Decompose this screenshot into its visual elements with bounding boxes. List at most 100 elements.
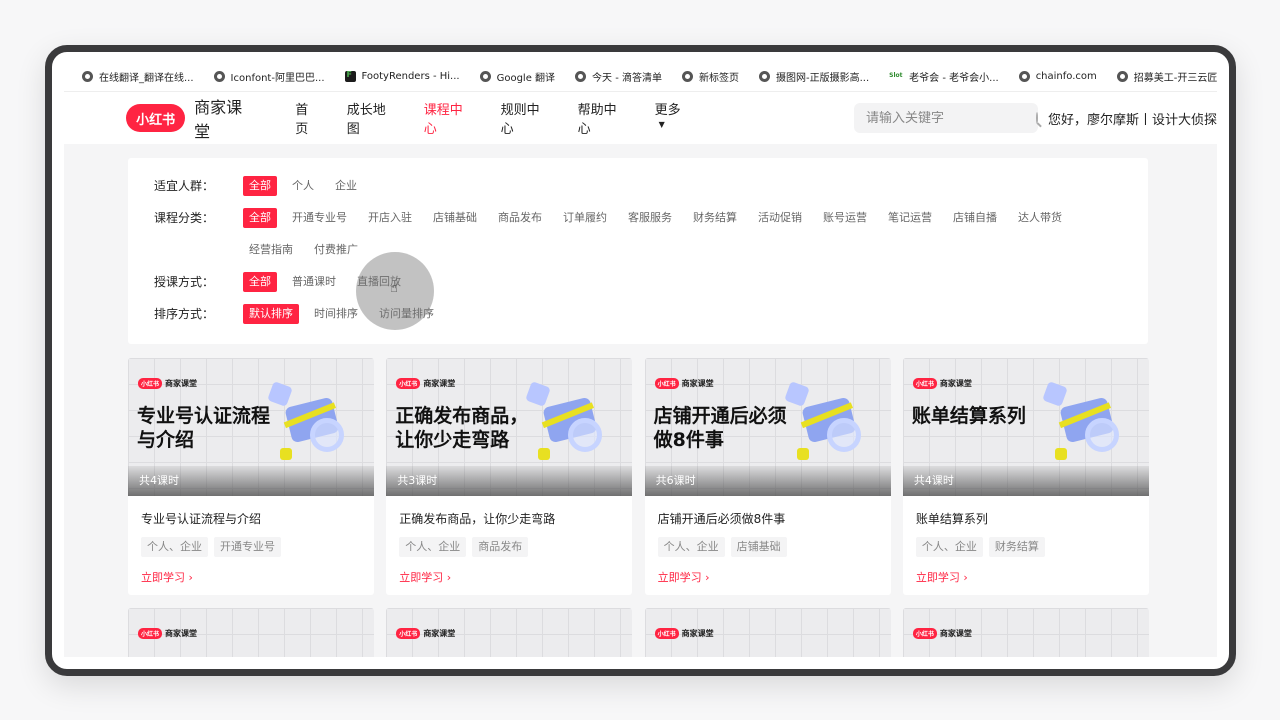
card-title[interactable]: 专业号认证流程与介绍 [141,510,361,530]
filter-option[interactable]: 商品发布 [492,208,548,228]
bookmark-item[interactable]: chainfo.com [1018,71,1097,82]
course-card[interactable]: 小红书 商家课堂 [644,608,891,657]
course-card[interactable]: 小红书 商家课堂 [128,608,374,657]
filter-option[interactable]: 经营指南 [243,240,299,260]
course-thumbnail[interactable]: 小红书 商家课堂 账单结算系列 共4课时 [902,358,1149,496]
illustration-shape [538,448,551,460]
course-card[interactable]: 小红书 商家课堂 账单结算系列 共4课时账单结算系列 个人、企业 财务结算立即学习 › [902,358,1149,595]
course-card[interactable]: 小红书 商家课堂 专业号认证流程与介绍 共4课时 专业号认证流程与介绍 个人、企业 开通专业… [128,358,374,595]
thumb-brand-badge: 小红书 [912,628,937,639]
bookmark-label: 在线翻译_翻译在线... [99,73,194,84]
filter-option[interactable]: 活动促销 [752,208,808,228]
card-tags: 个人、企业 财务结算 [915,537,1136,557]
thumb-brand-badge: 小红书 [138,628,163,639]
filter-option[interactable]: 笔记运营 [882,208,938,228]
filter-option[interactable]: 全部 [243,208,277,228]
card-tags: 个人、企业 店铺基础 [657,537,878,557]
illustration-shape [280,448,292,460]
nav-item-growth-map[interactable]: 成长地图 [347,99,398,137]
tag: 商品发布 [472,537,529,557]
illustration-shape [525,381,552,407]
course-thumbnail[interactable]: 小红书 商家课堂 [902,608,1149,657]
globe-icon [575,71,587,82]
card-title[interactable]: 账单结算系列 [916,510,1136,530]
start-learning-link[interactable]: 立即学习 › [399,569,619,585]
bookmarks-bar: 在线翻译_翻译在线... Iconfont-阿里巴巴... FootyRenders… [64,62,1217,92]
course-thumbnail[interactable]: 小红书 商家课堂 专业号认证流程与介绍 共4课时 [128,358,374,496]
bookmark-item[interactable]: Iconfont-阿里巴巴... [213,69,325,84]
filter-option[interactable]: 企业 [329,176,363,196]
nav-more-label: 更多 [654,103,681,118]
filter-option[interactable]: 全部 [243,176,277,196]
thumb-brand-text: 商家课堂 [681,629,714,638]
course-thumbnail[interactable]: 小红书 商家课堂 店铺开通后必须做8件事 共6课时 [644,358,891,496]
thumb-brand: 小红书 商家课堂 [396,628,455,639]
course-thumbnail[interactable]: 小红书 商家课堂 正确发布商品，让你少走弯路 共3课时 [386,358,633,496]
bookmark-item[interactable]: 招募美工-开三云匠... [1116,69,1217,84]
bookmark-item[interactable]: 老爷会 - 老爷会小... [889,69,999,84]
start-learning-link[interactable]: 立即学习 › [916,569,1136,585]
main-nav: 首页 成长地图 课程中心 规则中心 帮助中心 更多 ▼ [295,99,716,137]
filter-option[interactable]: 付费推广 [308,240,364,260]
bookmark-item[interactable]: FootyRenders - Hi... [344,70,460,82]
bookmark-item[interactable]: 摄图网-正版摄影高... [759,69,869,84]
search-input[interactable] [865,110,1036,126]
filter-option[interactable]: 普通课时 [286,272,342,292]
filter-option[interactable]: 财务结算 [687,208,743,228]
thumb-brand: 小红书 商家课堂 [138,628,197,639]
thumbnail-title: 专业号认证流程与介绍 [137,405,271,451]
card-title[interactable]: 正确发布商品，让你少走弯路 [399,510,619,530]
thumb-brand: 小红书 商家课堂 [138,378,197,389]
filter-option[interactable]: 个人 [286,176,320,196]
search-icon[interactable] [1035,112,1038,124]
bookmark-item[interactable]: 在线翻译_翻译在线... [82,69,194,84]
course-card[interactable]: 小红书 商家课堂 正确发布商品，让你少走弯路 共3课时正确发布商品，让你少走弯路 个人、… [386,358,633,595]
nav-item-more[interactable]: 更多 ▼ [655,99,690,137]
bookmark-item[interactable]: 新标签页 [682,69,739,84]
filter-option[interactable]: 达人带货 [1012,208,1068,228]
tag: 个人、企业 [399,537,467,557]
hand-cursor-icon: ☝ [390,281,398,296]
nav-item-home[interactable]: 首页 [295,99,320,137]
course-thumbnail[interactable]: 小红书 商家课堂 [644,608,891,657]
card-body: 账单结算系列 个人、企业 财务结算立即学习 › [903,496,1149,585]
logo[interactable]: 小红书 商家课堂 [126,94,257,142]
bookmark-item[interactable]: 今天 - 滴答清单 [575,69,662,84]
filter-row: 课程分类： 全部 开通专业号 开店入驻 店铺基础 商品发布 订单履约 客服服务 财务结算 活动促销… [154,208,1148,272]
start-learning-link[interactable]: 立即学习 › [141,569,361,585]
nav-item-course-center[interactable]: 课程中心 [424,99,475,137]
nav-item-rule-center[interactable]: 规则中心 [501,99,552,137]
thumb-brand-text: 商家课堂 [939,379,972,388]
thumb-brand-text: 商家课堂 [423,379,456,388]
filter-option[interactable]: 店铺基础 [427,208,483,228]
card-tags: 个人、企业 开通专业号 [141,537,361,557]
filter-option[interactable]: 店铺自播 [947,208,1003,228]
user-greeting[interactable]: 您好，廖尔摩斯丨设计大侦探 [1048,109,1217,128]
lesson-count: 共3课时 [386,466,633,496]
thumb-brand: 小红书 商家课堂 [396,378,455,389]
illustration-shape [796,448,809,460]
course-thumbnail[interactable]: 小红书 商家课堂 [386,608,633,657]
filter-option[interactable]: 默认排序 [243,304,299,324]
filter-option[interactable]: 订单履约 [557,208,613,228]
illustration-shape [310,418,344,452]
course-card[interactable]: 小红书 商家课堂 [902,608,1149,657]
filter-option[interactable]: 开通专业号 [286,208,353,228]
filter-option[interactable]: 客服服务 [622,208,678,228]
card-title[interactable]: 店铺开通后必须做8件事 [658,510,878,530]
course-card[interactable]: 小红书 商家课堂 店铺开通后必须做8件事 共6课时店铺开通后必须做8件事 个人、企业 店铺… [644,358,891,595]
course-thumbnail[interactable]: 小红书 商家课堂 [128,608,374,657]
course-card[interactable]: 小红书 商家课堂 [386,608,633,657]
bookmark-item[interactable]: Google 翻译 [479,69,555,84]
thumb-brand-badge: 小红书 [138,378,163,389]
start-learning-link[interactable]: 立即学习 › [658,569,878,585]
filter-option[interactable]: 账号运营 [817,208,873,228]
lesson-count: 共4课时 [902,466,1149,496]
globe-icon [82,71,93,82]
search-box[interactable] [853,103,1038,133]
filter-option[interactable]: 全部 [243,272,277,292]
nav-item-help-center[interactable]: 帮助中心 [578,99,629,137]
thumb-brand: 小红书 商家课堂 [654,628,714,639]
filter-option[interactable]: 开店入驻 [362,208,418,228]
filter-option[interactable]: 时间排序 [308,304,364,324]
